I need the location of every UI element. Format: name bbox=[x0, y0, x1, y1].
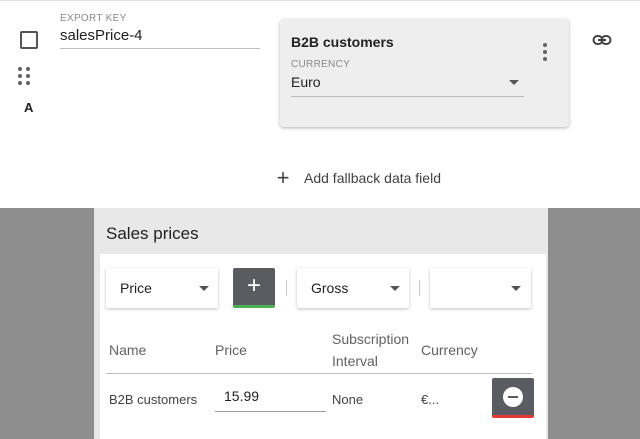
card-title: B2B customers bbox=[291, 34, 394, 50]
add-fallback-label: Add fallback data field bbox=[304, 170, 441, 186]
column-header-currency: Currency bbox=[421, 342, 478, 358]
column-header-name: Name bbox=[109, 342, 147, 358]
add-fallback-button[interactable]: + Add fallback data field bbox=[272, 167, 441, 189]
add-price-button[interactable]: + bbox=[233, 268, 275, 308]
price-input[interactable]: 15.99 bbox=[215, 384, 326, 412]
chevron-down-icon[interactable] bbox=[509, 80, 519, 85]
chevron-down-icon bbox=[390, 286, 400, 291]
chevron-down-icon bbox=[511, 286, 521, 291]
column-header-interval: Interval bbox=[332, 353, 378, 369]
drag-handle-icon[interactable] bbox=[17, 67, 31, 87]
export-key-input[interactable]: salesPrice-4 bbox=[60, 25, 260, 49]
tax-mode-value: Gross bbox=[311, 280, 349, 296]
row-select-checkbox[interactable] bbox=[20, 31, 38, 49]
row-name: B2B customers bbox=[109, 392, 198, 407]
currency-select[interactable]: Euro bbox=[291, 72, 524, 97]
more-vert-icon[interactable] bbox=[542, 43, 548, 61]
row-currency: €... bbox=[421, 392, 440, 407]
row-letter: A bbox=[24, 100, 34, 115]
price-type-value: Price bbox=[120, 280, 152, 296]
remove-circle-icon bbox=[503, 387, 523, 407]
header-divider bbox=[106, 373, 532, 374]
remove-price-button[interactable] bbox=[492, 378, 534, 418]
divider bbox=[286, 280, 287, 296]
sales-prices-panel: Sales prices Price + Gross Name Price Su… bbox=[94, 208, 548, 439]
link-icon[interactable] bbox=[592, 32, 612, 48]
column-header-subscription: Subscription bbox=[332, 331, 410, 347]
plus-icon: + bbox=[276, 165, 290, 190]
chevron-down-icon bbox=[199, 286, 209, 291]
currency-label: CURRENCY bbox=[291, 59, 351, 70]
customer-group-card: B2B customers CURRENCY Euro bbox=[280, 19, 569, 127]
tax-mode-select[interactable]: Gross bbox=[297, 268, 409, 308]
field-row-panel: A EXPORT KEY salesPrice-4 B2B customers … bbox=[0, 0, 640, 208]
sales-prices-title: Sales prices bbox=[106, 224, 199, 243]
divider bbox=[419, 280, 420, 296]
third-select[interactable] bbox=[430, 268, 531, 308]
row-interval: None bbox=[332, 392, 364, 407]
plus-icon: + bbox=[246, 272, 261, 299]
export-key-label: EXPORT KEY bbox=[60, 13, 127, 24]
column-header-price: Price bbox=[215, 342, 247, 358]
price-type-select[interactable]: Price bbox=[106, 268, 218, 308]
sales-prices-table: Price + Gross Name Price Subscription In… bbox=[100, 254, 546, 439]
